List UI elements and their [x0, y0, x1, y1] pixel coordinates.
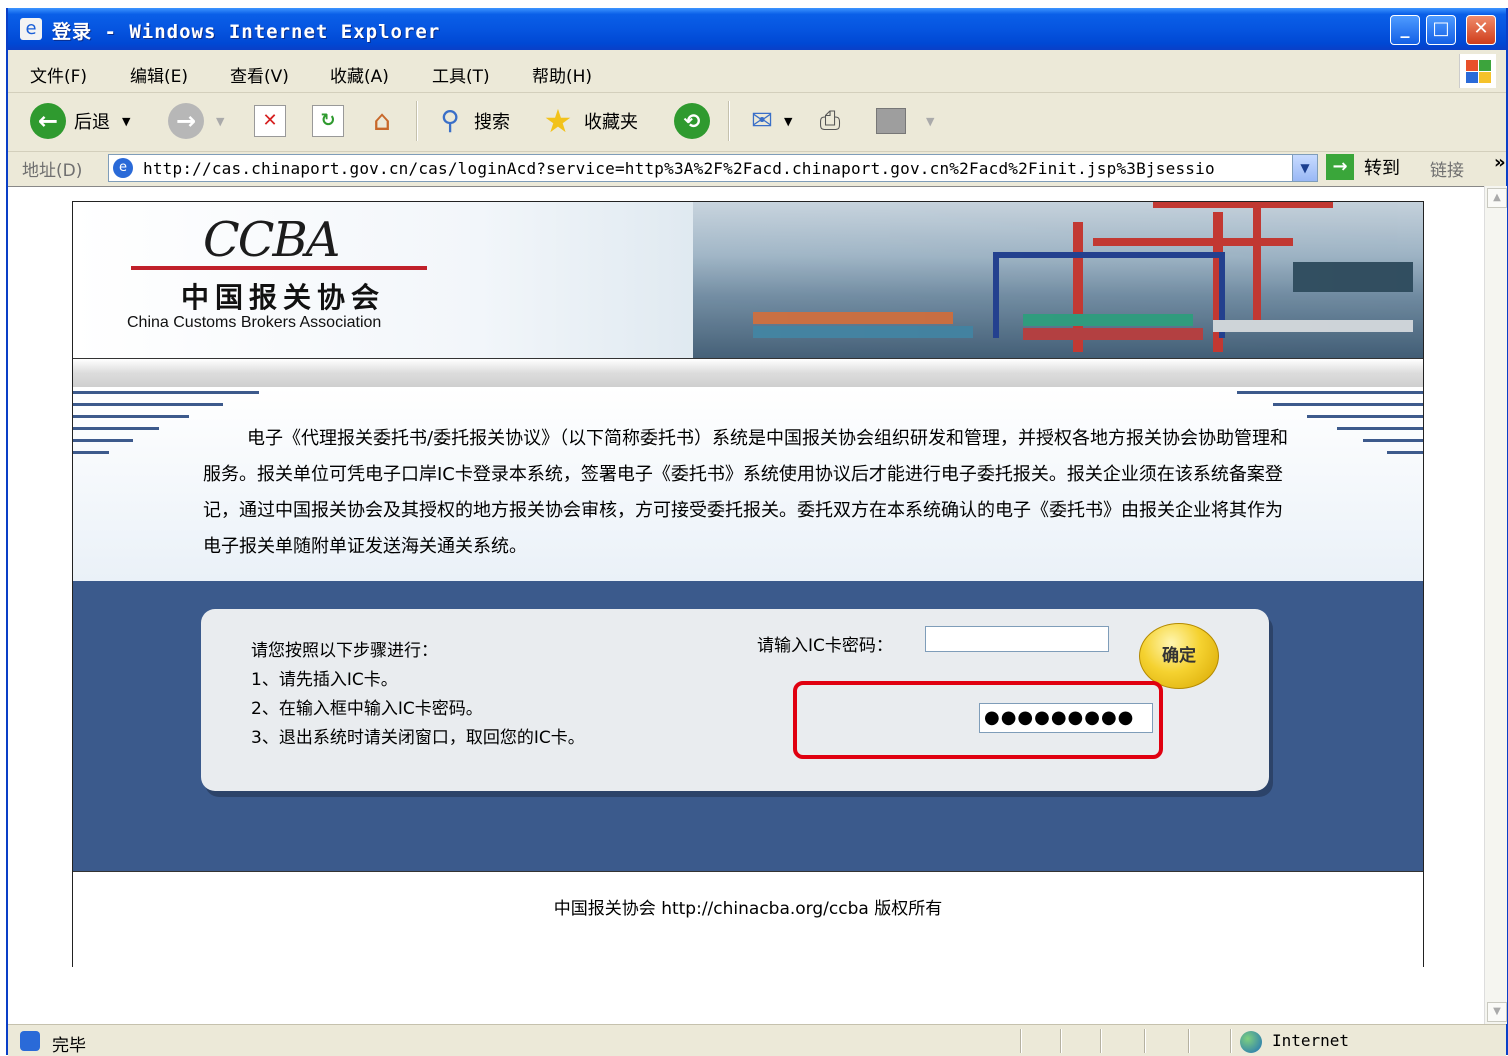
masked-password-field[interactable]: ●●●●●●●●●	[979, 703, 1153, 733]
windows-logo-icon	[1459, 54, 1496, 88]
minimize-button[interactable]: _	[1390, 15, 1420, 45]
status-divider	[1100, 1029, 1102, 1053]
ie-app-icon: e	[20, 18, 42, 40]
home-icon: ⌂	[373, 104, 391, 137]
internet-zone-icon	[1240, 1031, 1262, 1053]
window-title: 登录 - Windows Internet Explorer	[52, 21, 441, 43]
password-field[interactable]	[925, 626, 1109, 652]
logo-underline	[131, 266, 427, 270]
favorites-label: 收藏夹	[584, 112, 638, 133]
refresh-button[interactable]: ↻	[312, 103, 344, 139]
menu-bar: 文件(F) 编辑(E) 查看(V) 收藏(A) 工具(T) 帮助(H)	[8, 50, 1506, 93]
ccba-logo: CCBA	[203, 212, 340, 268]
home-button[interactable]: ⌂	[364, 103, 400, 139]
intro-text: 电子《代理报关委托书/委托报关协议》（以下简称委托书）系统是中国报关协会组织研发…	[203, 428, 1289, 557]
go-button[interactable]: → 转到	[1326, 154, 1400, 180]
close-button[interactable]: ✕	[1466, 15, 1496, 45]
menu-favorites[interactable]: 收藏(A)	[330, 62, 389, 87]
forward-button[interactable]: → ▼	[168, 103, 224, 139]
confirm-button[interactable]: 确定	[1139, 623, 1219, 689]
status-divider	[1230, 1029, 1232, 1053]
status-divider	[1188, 1029, 1190, 1053]
back-arrow-icon: ←	[30, 103, 66, 139]
forward-dropdown-icon[interactable]: ▼	[216, 115, 224, 128]
page-done-icon	[20, 1031, 40, 1051]
mail-button[interactable]: ✉ ▼	[744, 103, 792, 139]
address-label: 地址(D)	[22, 161, 83, 181]
back-button[interactable]: ← 后退 ▼	[30, 103, 130, 139]
search-button[interactable]: ⚲ 搜索	[432, 103, 510, 139]
refresh-icon: ↻	[312, 105, 344, 137]
printer-icon: ⎙	[819, 105, 841, 136]
menu-edit[interactable]: 编辑(E)	[130, 62, 188, 87]
copyright-text: 中国报关协会 http://chinacba.org/ccba 版权所有	[553, 899, 943, 919]
status-divider	[1020, 1029, 1022, 1053]
logo-english-name: China Customs Brokers Association	[127, 314, 382, 331]
password-label: 请输入IC卡密码：	[757, 636, 893, 656]
menu-tools[interactable]: 工具(T)	[432, 62, 490, 87]
intro-section: 电子《代理报关委托书/委托报关协议》（以下简称委托书）系统是中国报关协会组织研发…	[73, 387, 1423, 581]
status-divider	[1144, 1029, 1146, 1053]
address-bar: 地址(D) e http://cas.chinaport.gov.cn/cas/…	[8, 152, 1506, 186]
star-icon: ★	[543, 102, 573, 140]
login-area: 请您按照以下步骤进行： 1、请先插入IC卡。 2、在输入框中输入IC卡密码。 3…	[73, 581, 1423, 871]
status-text: 完毕	[52, 1036, 86, 1056]
login-page: CCBA 中国报关协会 China Customs Brokers Associ…	[72, 201, 1424, 968]
standard-toolbar: ← 后退 ▼ → ▼ ✕ ↻ ⌂ ⚲ 搜索 ★ 收藏夹 ⟲ ✉ ▼ ⎙ ▼	[8, 93, 1506, 152]
menu-view[interactable]: 查看(V)	[230, 62, 289, 87]
menu-help[interactable]: 帮助(H)	[532, 62, 592, 87]
links-toolbar[interactable]: 链接	[1430, 156, 1464, 181]
scroll-up-icon[interactable]: ▲	[1487, 188, 1507, 208]
vertical-scrollbar[interactable]: ▲ ▼	[1484, 186, 1507, 1024]
header-banner: CCBA 中国报关协会 China Customs Brokers Associ…	[73, 202, 1423, 359]
banner-divider	[73, 359, 1423, 387]
title-bar[interactable]: e 登录 - Windows Internet Explorer _ □ ✕	[8, 8, 1506, 50]
maximize-button[interactable]: □	[1426, 15, 1456, 45]
content-viewport: CCBA 中国报关协会 China Customs Brokers Associ…	[8, 186, 1484, 1025]
toolbar-separator	[416, 101, 418, 141]
ie-window: e 登录 - Windows Internet Explorer _ □ ✕ 文…	[6, 8, 1508, 1056]
edit-page-icon	[876, 108, 906, 134]
favorites-button[interactable]: ★ 收藏夹	[538, 102, 638, 140]
history-button[interactable]: ⟲	[674, 103, 710, 139]
step-item: 3、退出系统时请关闭窗口，取回您的IC卡。	[251, 728, 585, 748]
toolbar-separator	[728, 101, 730, 141]
forward-arrow-icon: →	[168, 103, 204, 139]
search-icon: ⚲	[440, 106, 460, 136]
login-panel: 请您按照以下步骤进行： 1、请先插入IC卡。 2、在输入框中输入IC卡密码。 3…	[201, 609, 1269, 791]
security-zone: Internet	[1272, 1031, 1350, 1050]
status-divider	[1060, 1029, 1062, 1053]
steps-title: 请您按照以下步骤进行：	[251, 641, 438, 661]
back-dropdown-icon[interactable]: ▼	[122, 115, 130, 128]
address-url[interactable]: http://cas.chinaport.gov.cn/cas/loginAcd…	[143, 159, 1283, 178]
print-button[interactable]: ⎙	[810, 103, 850, 139]
address-dropdown-icon[interactable]: ▼	[1292, 155, 1317, 181]
scroll-down-icon[interactable]: ▼	[1487, 1002, 1507, 1022]
status-bar: 完毕 Internet	[8, 1024, 1506, 1056]
edit-dropdown-icon[interactable]: ▼	[926, 115, 934, 128]
go-arrow-icon: →	[1326, 154, 1354, 180]
toolbar-overflow-icon[interactable]: »	[1494, 152, 1506, 173]
step-item: 1、请先插入IC卡。	[251, 670, 398, 690]
page-footer: 中国报关协会 http://chinacba.org/ccba 版权所有	[73, 871, 1423, 968]
step-item: 2、在输入框中输入IC卡密码。	[251, 699, 483, 719]
mail-dropdown-icon[interactable]: ▼	[784, 115, 792, 128]
page-icon: e	[113, 158, 133, 178]
steps-list: 请您按照以下步骤进行： 1、请先插入IC卡。 2、在输入框中输入IC卡密码。 3…	[251, 637, 585, 753]
logo-chinese-name: 中国报关协会	[181, 281, 386, 314]
edit-button[interactable]: ▼	[876, 103, 934, 139]
stop-icon: ✕	[254, 105, 286, 137]
intro-paragraph: 电子《代理报关委托书/委托报关协议》（以下简称委托书）系统是中国报关协会组织研发…	[203, 421, 1293, 565]
menu-file[interactable]: 文件(F)	[30, 62, 87, 87]
search-label: 搜索	[474, 112, 510, 133]
mail-icon: ✉	[751, 106, 773, 136]
back-label: 后退	[74, 112, 110, 133]
port-photo	[693, 202, 1423, 358]
stop-button[interactable]: ✕	[254, 103, 286, 139]
history-icon: ⟲	[674, 103, 710, 139]
address-input[interactable]: e http://cas.chinaport.gov.cn/cas/loginA…	[108, 154, 1318, 182]
go-label: 转到	[1364, 158, 1400, 179]
